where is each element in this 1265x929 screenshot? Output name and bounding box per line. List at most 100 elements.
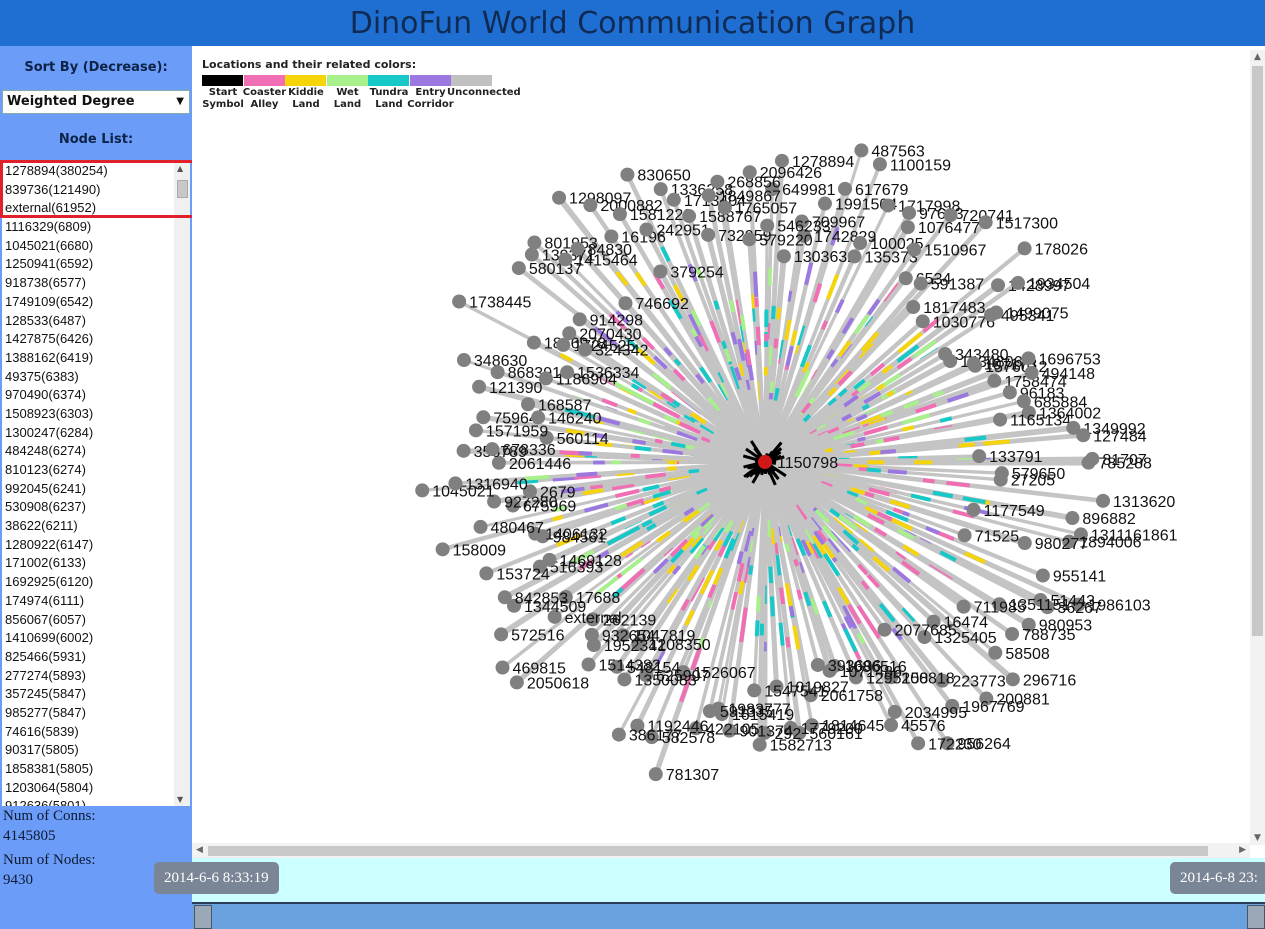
node-list-item[interactable]: 1278894(380254) [2,162,190,181]
node-list-item[interactable]: 174974(6111) [2,592,190,611]
graph-node[interactable] [747,683,762,698]
node-list-item[interactable]: 839736(121490) [2,181,190,200]
graph-node[interactable] [957,528,972,543]
node-list-item[interactable]: 985277(5847) [2,704,190,723]
graph-node[interactable] [666,192,681,207]
graph-node[interactable] [473,519,488,534]
node-list-item[interactable]: 1116329(6809) [2,218,190,237]
node-list-item[interactable]: 1858381(5805) [2,760,190,779]
graph-node[interactable] [817,196,832,211]
node-list-item[interactable]: 1692925(6120) [2,573,190,592]
graph-node[interactable] [583,198,598,213]
graph-node[interactable] [987,373,1002,388]
graph-node[interactable] [542,552,557,567]
graph-node[interactable] [526,335,541,350]
node-list-item[interactable]: 49375(6383) [2,368,190,387]
graph-node[interactable] [991,278,1006,293]
graph-node[interactable] [742,232,757,247]
graph-node[interactable] [993,412,1008,427]
graph-node[interactable] [648,767,663,782]
node-list-item[interactable]: 1045021(6680) [2,237,190,256]
graph-node[interactable] [581,657,596,672]
graph-node[interactable] [907,242,922,257]
graph-node[interactable] [717,200,732,215]
node-list-item[interactable]: 484248(6274) [2,442,190,461]
node-list-item[interactable]: 1250941(6592) [2,255,190,274]
graph-node[interactable] [838,181,853,196]
graph-node[interactable] [1005,672,1020,687]
graph-node[interactable] [877,622,892,637]
node-list-item[interactable]: 38622(6211) [2,517,190,536]
node-list-item[interactable]: 1203064(5804) [2,779,190,798]
graph-node[interactable] [570,241,585,256]
communication-graph[interactable]: 6499811278894130363270996717428291991504… [192,46,1250,843]
graph-node[interactable] [881,198,896,213]
graph-node[interactable] [989,305,1004,320]
graph-node[interactable] [552,190,567,205]
graph-node[interactable] [701,188,716,203]
graph-node[interactable] [810,657,825,672]
graph-node[interactable] [913,276,928,291]
graph-node[interactable] [898,271,913,286]
graph-node[interactable] [1002,385,1017,400]
node-list-item[interactable]: 912636(5801) [2,797,190,806]
graph-node[interactable] [906,299,921,314]
node-list-item[interactable]: 357245(5847) [2,685,190,704]
graph-node[interactable] [1081,455,1096,470]
graph-node[interactable] [956,599,971,614]
graph-node[interactable] [710,174,725,189]
graph-node[interactable] [993,472,1008,487]
node-list-item[interactable]: 171002(6133) [2,554,190,573]
graph-node[interactable] [1005,626,1020,641]
graph-node[interactable] [639,222,654,237]
scroll-left-icon[interactable]: ◀ [196,845,203,855]
time-range-slider[interactable] [192,902,1265,929]
horizontal-scrollbar[interactable]: ◀ ▶ [192,843,1250,858]
time-end-handle[interactable] [1247,905,1265,929]
sort-dropdown[interactable]: Weighted Degree ▼ [2,90,190,114]
graph-node[interactable] [653,264,668,279]
node-list-item[interactable]: 810123(6274) [2,461,190,480]
node-list-item[interactable]: 970490(6374) [2,386,190,405]
vertical-scrollbar[interactable]: ▲ ▼ [1250,50,1265,845]
node-list-scrollbar[interactable]: ▲ ▼ [174,162,190,806]
node-list-item[interactable]: 1300247(6284) [2,424,190,443]
graph-node[interactable] [456,443,471,458]
node-list-item[interactable]: 856067(6057) [2,611,190,630]
graph-node[interactable] [495,660,510,675]
graph-node[interactable] [1096,493,1111,508]
graph-node[interactable] [490,365,505,380]
center-node[interactable] [758,455,772,469]
graph-node[interactable] [968,358,983,373]
graph-node[interactable] [524,247,539,262]
graph-node[interactable] [562,326,577,341]
graph-node[interactable] [943,354,958,369]
graph-node[interactable] [511,261,526,276]
graph-node[interactable] [701,227,716,242]
graph-node[interactable] [572,312,587,327]
graph-node[interactable] [742,165,757,180]
scroll-up-icon[interactable]: ▲ [1254,52,1261,62]
node-list-item[interactable]: external(61952) [2,199,190,218]
node-list-item[interactable]: 1280922(6147) [2,536,190,555]
graph-node[interactable] [560,365,575,380]
graph-node[interactable] [884,718,899,733]
graph-node[interactable] [472,379,487,394]
graph-node[interactable] [527,235,542,250]
graph-node[interactable] [538,371,553,386]
graph-node[interactable] [468,423,483,438]
graph-node[interactable] [1076,428,1091,443]
scroll-up-icon[interactable]: ▲ [177,164,183,173]
vertical-scroll-thumb[interactable] [1252,66,1263,636]
node-list-item[interactable]: 1427875(6426) [2,330,190,349]
graph-node[interactable] [479,566,494,581]
graph-node[interactable] [847,249,862,264]
graph-node[interactable] [1017,535,1032,550]
graph-node[interactable] [1017,241,1032,256]
graph-node[interactable] [448,476,463,491]
graph-node[interactable] [521,397,536,412]
graph-node[interactable] [476,410,491,425]
graph-node[interactable] [584,627,599,642]
graph-node[interactable] [1021,351,1036,366]
graph-node[interactable] [452,294,467,309]
